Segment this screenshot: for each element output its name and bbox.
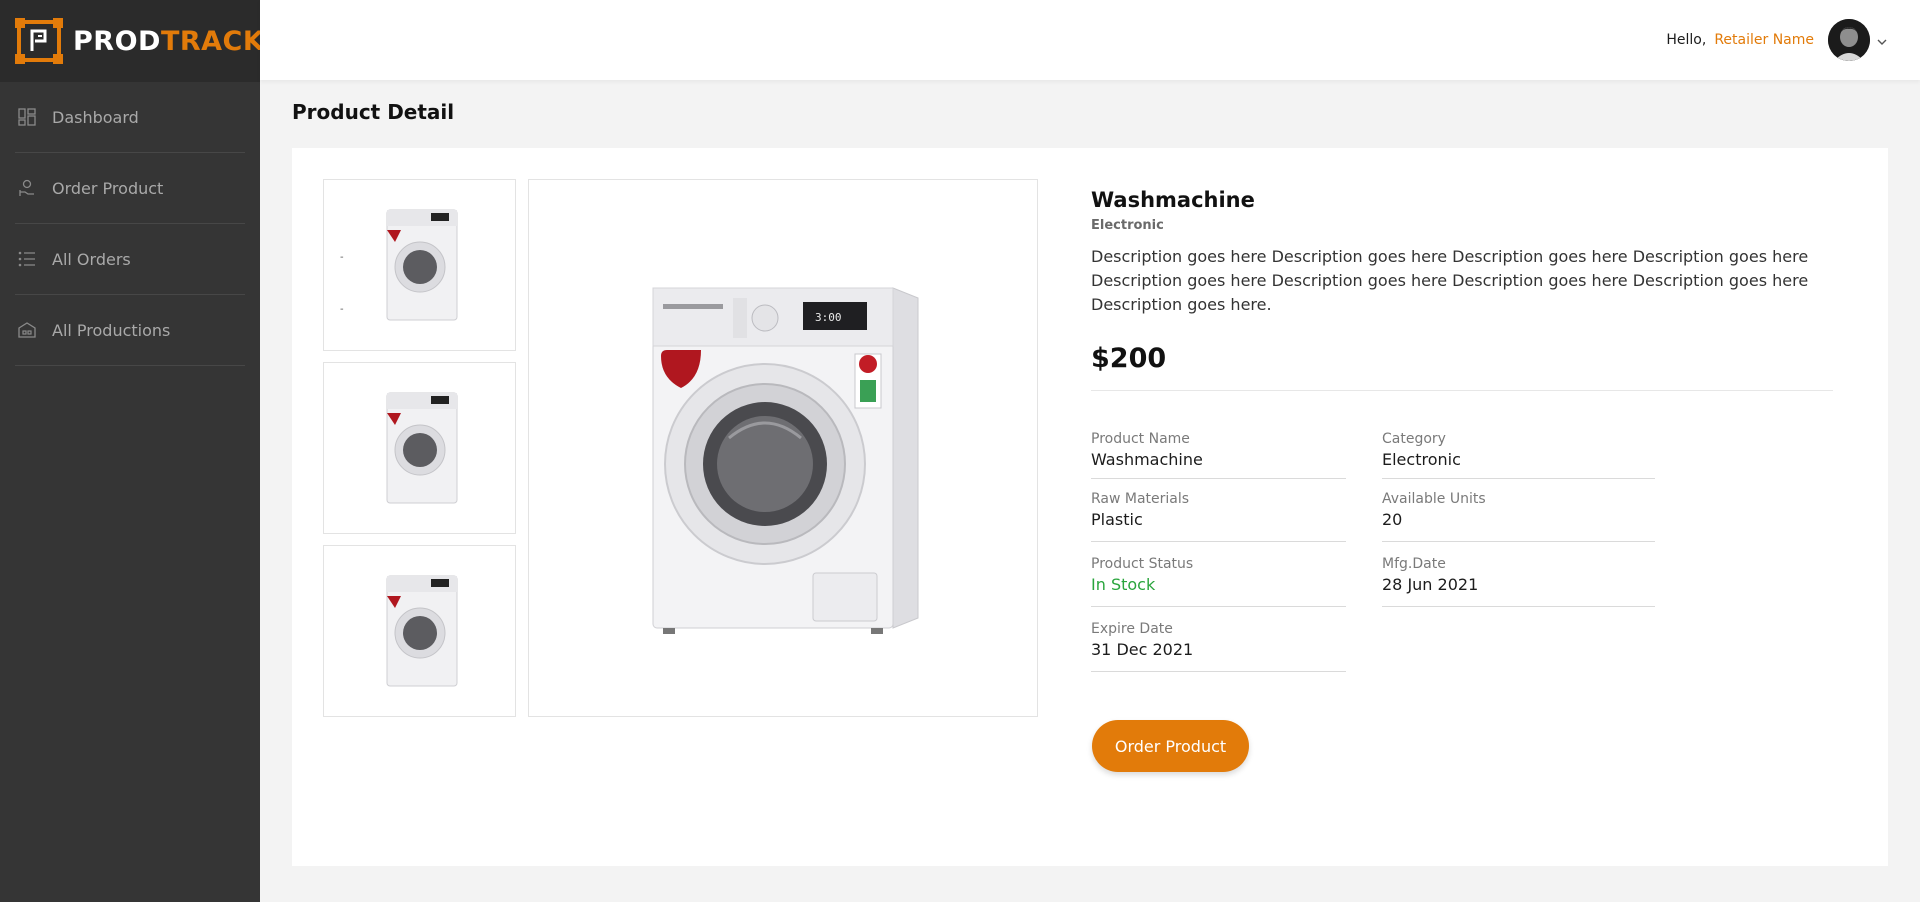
list-icon (18, 250, 36, 268)
field-value: 20 (1382, 510, 1403, 529)
avatar[interactable] (1828, 19, 1870, 61)
product-name-heading: Washmachine (1091, 188, 1255, 212)
field-product-name: Product Name Washmachine (1091, 431, 1346, 479)
sidebar-nav: Dashboard Order Product All Orders All P… (0, 82, 260, 366)
field-label: Available Units (1382, 491, 1486, 507)
thumbnail-dash: - (340, 304, 344, 315)
sidebar-item-order-product[interactable]: Order Product (15, 153, 245, 224)
product-thumbnail[interactable]: - - (323, 179, 516, 351)
field-label: Product Name (1091, 431, 1190, 447)
production-icon (18, 321, 36, 339)
washing-machine-image (386, 209, 457, 321)
product-description: Description goes here Description goes h… (1091, 247, 1809, 314)
field-expire-date: Expire Date 31 Dec 2021 (1091, 621, 1346, 672)
product-info: Washmachine Electronic Description goes … (1091, 188, 1833, 391)
user-menu[interactable]: Hello, Retailer Name (1666, 19, 1888, 61)
field-mfg-date: Mfg.Date 28 Jun 2021 (1382, 556, 1655, 607)
greeting-text: Hello, (1666, 32, 1707, 48)
field-value: 28 Jun 2021 (1382, 575, 1479, 594)
product-category-subheading: Electronic (1091, 218, 1164, 233)
product-detail-card: - - 3:00 Washmachine Electronic Descript… (292, 148, 1888, 866)
field-label: Category (1382, 431, 1446, 447)
logo[interactable]: PRODTRACK (0, 0, 264, 82)
product-thumbnail[interactable] (323, 545, 516, 717)
field-value: Plastic (1091, 510, 1143, 529)
washing-machine-image: 3:00 (652, 287, 919, 634)
order-product-button[interactable]: Order Product (1092, 720, 1249, 772)
sidebar-item-dashboard[interactable]: Dashboard (15, 82, 245, 153)
field-available-units: Available Units 20 (1382, 491, 1655, 542)
sidebar: PRODTRACK Dashboard Order Product All Or… (0, 0, 264, 902)
sidebar-item-label: All Orders (52, 249, 131, 269)
field-value: Electronic (1382, 450, 1461, 469)
field-value: 31 Dec 2021 (1091, 640, 1194, 659)
washing-machine-image (386, 392, 457, 504)
field-category: Category Electronic (1382, 431, 1655, 479)
dashboard-icon (18, 108, 36, 126)
status-badge: In Stock (1091, 575, 1156, 594)
user-name: Retailer Name (1714, 32, 1814, 48)
top-header: Hello, Retailer Name (260, 0, 1920, 80)
chevron-down-icon[interactable] (1876, 31, 1888, 50)
divider (1091, 390, 1833, 391)
page-title: Product Detail (292, 100, 455, 124)
order-hand-icon (18, 179, 36, 197)
brand-name-part2: TRACK (160, 25, 265, 57)
sidebar-item-label: All Productions (52, 320, 171, 340)
product-thumbnail[interactable] (323, 362, 516, 534)
washing-machine-image (386, 575, 457, 687)
field-label: Mfg.Date (1382, 556, 1446, 572)
field-value: Washmachine (1091, 450, 1203, 469)
sidebar-item-label: Dashboard (52, 107, 139, 127)
field-label: Product Status (1091, 556, 1194, 572)
sidebar-item-all-orders[interactable]: All Orders (15, 224, 245, 295)
sidebar-item-label: Order Product (52, 178, 164, 198)
product-price: $200 (1091, 343, 1167, 374)
field-raw-materials: Raw Materials Plastic (1091, 491, 1346, 542)
field-label: Raw Materials (1091, 491, 1190, 507)
brand-name-part1: PROD (73, 25, 161, 57)
logo-icon (15, 18, 63, 64)
field-label: Expire Date (1091, 621, 1173, 637)
brand-name: PRODTRACK (73, 26, 264, 57)
field-product-status: Product Status In Stock (1091, 556, 1346, 607)
thumbnail-dash: - (340, 252, 344, 263)
product-main-image: 3:00 (528, 179, 1038, 717)
sidebar-item-all-productions[interactable]: All Productions (15, 295, 245, 366)
svg-text:3:00: 3:00 (815, 311, 842, 324)
